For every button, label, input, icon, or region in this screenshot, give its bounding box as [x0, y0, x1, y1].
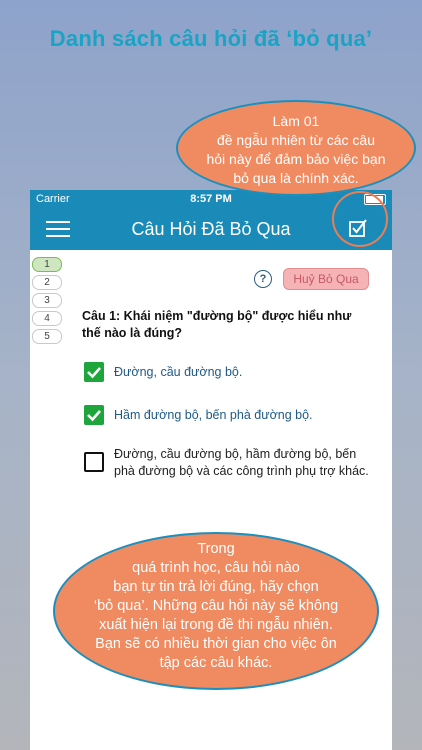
unchecked-box-icon[interactable] [84, 452, 104, 472]
pager-item[interactable]: 1 [32, 257, 62, 272]
callout-line: hỏi này để đảm bảo việc bạn [206, 151, 386, 167]
pager-item[interactable]: 2 [32, 275, 62, 290]
question-text: Câu 1: Khái niệm "đường bộ" được hiểu nh… [82, 309, 352, 340]
callout-line: bỏ qua là chính xác. [233, 170, 359, 186]
callout-line: bạn tự tin trả lời đúng, hãy chọn [113, 579, 319, 595]
highlight-ring [332, 191, 388, 247]
pager-item[interactable]: 4 [32, 311, 62, 326]
callout-line: tập các câu khác. [159, 655, 273, 671]
answer-text: Đường, cầu đường bộ, hầm đường bộ, bến p… [114, 447, 369, 478]
unskip-button[interactable]: Huỷ Bỏ Qua [283, 268, 369, 290]
callout-line: đề ngẫu nhiên từ các câu [216, 132, 376, 148]
help-icon[interactable]: ? [254, 270, 272, 288]
callout-line: xuất hiện lại trong đề thi ngẫu nhiên. [99, 617, 333, 633]
callout-top: Làm 01 đề ngẫu nhiên từ các câu hỏi này … [176, 100, 416, 196]
pager-item[interactable]: 5 [32, 329, 62, 344]
checked-box-icon[interactable] [84, 362, 104, 382]
callout-line: Làm 01 [272, 113, 320, 129]
callout-line: quá trình học, câu hỏi nào [132, 560, 300, 576]
callout-line: ‘bỏ qua’. Những câu hỏi này sẽ không [93, 598, 339, 614]
callout-line: Bạn sẽ có nhiều thời gian cho việc ôn [95, 636, 337, 652]
callout-bottom: Trong quá trình học, câu hỏi nào bạn tự … [53, 532, 379, 690]
question-pager: 1 2 3 4 5 [32, 257, 62, 347]
answer-text: Hầm đường bộ, bến phà đường bộ. [114, 408, 313, 422]
pager-item[interactable]: 3 [32, 293, 62, 308]
callout-line: Trong [197, 541, 235, 557]
promo-headline: Danh sách câu hỏi đã ‘bỏ qua’ [49, 26, 373, 51]
answer-text: Đường, cầu đường bộ. [114, 365, 243, 379]
checked-box-icon[interactable] [84, 405, 104, 425]
